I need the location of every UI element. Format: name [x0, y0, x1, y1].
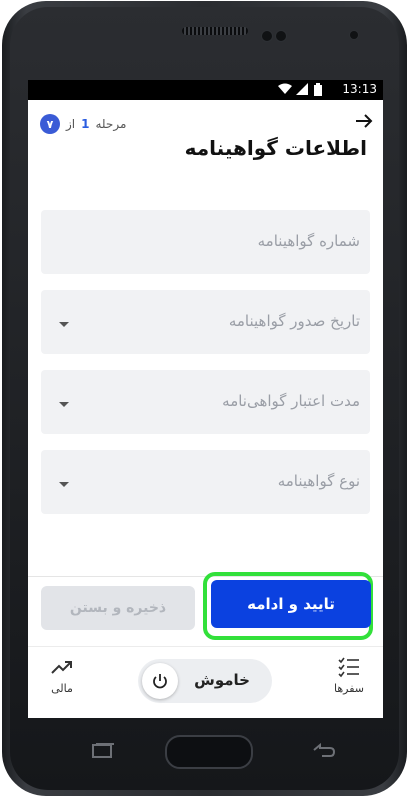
step-current: 1 — [81, 117, 90, 131]
step-indicator: مرحله 1 از ۷ — [40, 114, 126, 134]
nav-item-trips[interactable]: سفرها — [319, 655, 379, 695]
online-status-toggle[interactable]: خاموش — [138, 659, 272, 703]
app-screen: 13:13 مرحله 1 از ۷ اطلاعات گواهینامه شما… — [28, 80, 383, 718]
caret-down-icon — [59, 402, 69, 407]
nav-label-finance: مالی — [51, 682, 73, 695]
front-camera — [350, 31, 358, 39]
proximity-sensor — [262, 31, 272, 41]
toggle-knob — [142, 663, 178, 699]
bottom-nav: سفرها خاموش مالی — [28, 646, 383, 718]
power-icon — [153, 674, 167, 689]
field-label: تاریخ صدور گواهینامه — [228, 312, 360, 330]
page-title: اطلاعات گواهینامه — [184, 136, 367, 160]
recent-apps-hw-icon[interactable] — [90, 742, 114, 760]
nav-item-finance[interactable]: مالی — [32, 655, 92, 695]
caret-down-icon — [59, 482, 69, 487]
toggle-label: خاموش — [194, 671, 250, 689]
wifi-icon — [278, 83, 292, 94]
arrow-right-icon — [356, 114, 373, 128]
confirm-continue-button[interactable]: تایید و ادامه — [211, 580, 371, 628]
light-sensor — [276, 31, 286, 41]
field-label: نوع گواهینامه — [277, 472, 360, 490]
checklist-icon — [338, 657, 359, 678]
license-number-field[interactable]: شماره گواهینامه — [41, 210, 370, 274]
status-bar: 13:13 — [28, 80, 383, 100]
signal-icon — [296, 83, 308, 95]
battery-icon — [314, 83, 322, 96]
issue-date-select[interactable]: تاریخ صدور گواهینامه — [41, 290, 370, 354]
trending-up-icon — [51, 661, 72, 674]
step-total-badge: ۷ — [40, 114, 60, 134]
caret-down-icon — [59, 322, 69, 327]
home-hw-button[interactable] — [165, 735, 253, 769]
status-time: 13:13 — [342, 82, 377, 96]
field-label: مدت اعتبار گواهی‌نامه — [222, 392, 360, 410]
license-type-select[interactable]: نوع گواهینامه — [41, 450, 370, 514]
back-hw-icon[interactable] — [310, 742, 336, 760]
earpiece-speaker — [182, 27, 248, 35]
save-close-button[interactable]: ذخیره و بستن — [41, 586, 195, 630]
back-button[interactable] — [355, 110, 373, 135]
field-label: شماره گواهینامه — [257, 232, 360, 250]
step-separator: از — [66, 117, 76, 131]
validity-period-select[interactable]: مدت اعتبار گواهی‌نامه — [41, 370, 370, 434]
nav-label-trips: سفرها — [333, 682, 364, 695]
step-prefix: مرحله — [95, 117, 127, 131]
